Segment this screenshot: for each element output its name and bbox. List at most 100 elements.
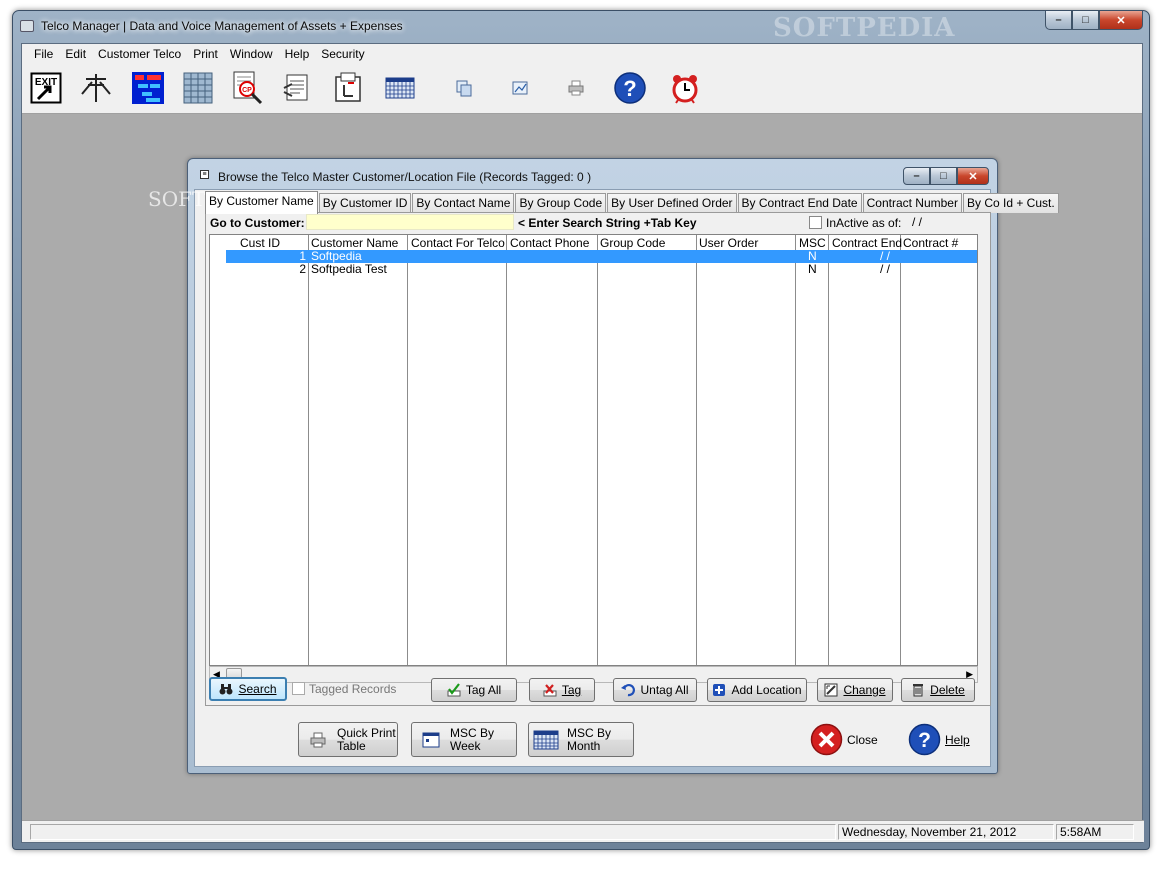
chart-icon — [512, 81, 528, 95]
grid-button[interactable] — [180, 70, 216, 106]
alarm-clock-button[interactable] — [667, 70, 703, 106]
menu-window[interactable]: Window — [224, 44, 279, 64]
main-titlebar[interactable]: Telco Manager | Data and Voice Managemen… — [13, 11, 1149, 43]
tab-by-customer-name[interactable]: By Customer Name — [205, 191, 318, 214]
telephone-pole-icon — [81, 74, 111, 102]
tab-by-customer-id[interactable]: By Customer ID — [318, 193, 412, 213]
tab-contract-number[interactable]: Contract Number — [862, 193, 962, 213]
copy-icon — [456, 80, 472, 97]
close-dialog-button[interactable]: Close — [810, 723, 878, 756]
calendar-document-icon — [335, 72, 361, 102]
org-chart-button[interactable] — [130, 70, 166, 106]
binoculars-icon — [219, 684, 233, 695]
dialog-body: By Customer Name By Customer ID By Conta… — [194, 189, 1059, 767]
col-contract-end[interactable]: Contract End — [832, 236, 902, 250]
svg-text:?: ? — [623, 76, 636, 101]
delete-button[interactable]: Delete — [901, 678, 975, 702]
chart-button[interactable] — [502, 70, 538, 106]
tag-x-icon — [543, 684, 557, 697]
telephone-pole-button[interactable] — [78, 70, 114, 106]
customer-grid[interactable]: Cust ID Customer Name Contact For Telco … — [209, 234, 978, 666]
document-edit-icon — [283, 74, 308, 101]
minimize-button[interactable]: – — [1045, 11, 1072, 30]
close-x-icon — [810, 723, 843, 756]
menu-help[interactable]: Help — [279, 44, 316, 64]
calendar-icon — [385, 77, 415, 99]
search-button[interactable]: Search — [209, 677, 287, 701]
status-message — [30, 824, 836, 840]
dialog-close-button[interactable]: ✕ — [957, 167, 989, 185]
month-calendar-icon — [533, 730, 559, 749]
tab-by-contract-end-date[interactable]: By Contract End Date — [737, 193, 862, 213]
col-contact-phone[interactable]: Contact Phone — [510, 236, 589, 250]
inactive-date[interactable]: / / — [912, 215, 922, 229]
trash-icon — [913, 684, 924, 697]
checkmark-icon — [447, 683, 461, 697]
tagged-records-label: Tagged Records — [309, 682, 397, 696]
inactive-label: InActive as of: — [826, 216, 902, 230]
grid-icon — [183, 72, 213, 104]
col-group-code[interactable]: Group Code — [600, 236, 665, 250]
exit-icon: EXIT — [30, 72, 62, 104]
untag-all-button[interactable]: Untag All — [613, 678, 697, 702]
tab-by-group-code[interactable]: By Group Code — [515, 193, 607, 213]
dialog-icon: ≡ — [200, 170, 209, 179]
tab-panel: Go to Customer: < Enter Search String +T… — [205, 212, 991, 706]
col-cust-id[interactable]: Cust ID — [240, 236, 280, 250]
menu-file[interactable]: File — [28, 44, 59, 64]
help-icon: ? — [614, 72, 646, 104]
add-icon — [713, 684, 726, 696]
col-user-order[interactable]: User Order — [699, 236, 758, 250]
col-contact-telco[interactable]: Contact For Telco — [411, 236, 505, 250]
exit-button[interactable]: EXIT — [28, 70, 64, 106]
tab-by-contact-name[interactable]: By Contact Name — [412, 193, 515, 213]
org-chart-icon — [132, 72, 164, 104]
help-dialog-button[interactable]: ? Help — [908, 723, 970, 756]
goto-customer-input[interactable] — [306, 214, 514, 230]
dialog-maximize-button[interactable]: □ — [930, 167, 957, 185]
maximize-button[interactable]: □ — [1072, 11, 1099, 30]
tab-by-user-defined-order[interactable]: By User Defined Order — [607, 193, 737, 213]
menu-customer-telco[interactable]: Customer Telco — [92, 44, 187, 64]
toolbar: EXIT CP ? — [22, 64, 1142, 114]
undo-arrow-icon — [621, 684, 636, 697]
goto-customer-label: Go to Customer: — [210, 216, 305, 230]
help-toolbar-button[interactable]: ? — [612, 70, 648, 106]
week-calendar-icon — [422, 732, 440, 747]
quick-print-table-button[interactable]: Quick Print Table — [298, 722, 398, 757]
tab-by-coid-cust[interactable]: By Co Id + Cust. — [962, 193, 1059, 213]
copy-button[interactable] — [446, 70, 482, 106]
tab-strip: By Customer Name By Customer ID By Conta… — [205, 191, 1060, 214]
col-contract-num[interactable]: Contract # — [903, 236, 958, 250]
inactive-checkbox[interactable] — [809, 216, 822, 229]
alarm-clock-icon — [672, 75, 698, 104]
msc-by-month-button[interactable]: MSC By Month — [528, 722, 634, 757]
tag-button[interactable]: Tag — [529, 678, 595, 702]
help-icon: ? — [908, 723, 941, 756]
col-msc[interactable]: MSC — [799, 236, 826, 250]
close-window-button[interactable]: ✕ — [1099, 11, 1143, 30]
menu-security[interactable]: Security — [315, 44, 370, 64]
dialog-title: Browse the Telco Master Customer/Locatio… — [218, 170, 592, 184]
tagged-records-checkbox[interactable] — [292, 682, 305, 695]
print-button[interactable] — [558, 70, 594, 106]
statusbar: Wednesday, November 21, 2012 5:58AM — [22, 820, 1144, 842]
dialog-caption-buttons: – □ ✕ — [903, 167, 989, 185]
dialog-minimize-button[interactable]: – — [903, 167, 930, 185]
menubar: File Edit Customer Telco Print Window He… — [22, 44, 1142, 64]
calendar-button[interactable] — [382, 70, 418, 106]
calendar-document-button[interactable] — [330, 70, 366, 106]
document-edit-button[interactable] — [280, 70, 316, 106]
document-search-button[interactable]: CP — [230, 70, 266, 106]
browse-customer-dialog: ≡ Browse the Telco Master Customer/Locat… — [148, 158, 1059, 774]
col-customer-name[interactable]: Customer Name — [311, 236, 398, 250]
msc-by-week-button[interactable]: MSC By Week — [411, 722, 517, 757]
menu-edit[interactable]: Edit — [59, 44, 92, 64]
table-row[interactable]: 2 Softpedia Test N / / — [226, 263, 977, 276]
add-location-button[interactable]: Add Location — [707, 678, 807, 702]
menu-print[interactable]: Print — [187, 44, 224, 64]
status-time: 5:58AM — [1056, 824, 1134, 840]
change-button[interactable]: Change — [817, 678, 893, 702]
tag-all-button[interactable]: Tag All — [431, 678, 517, 702]
watermark: SOFTPEDIA — [773, 13, 956, 43]
